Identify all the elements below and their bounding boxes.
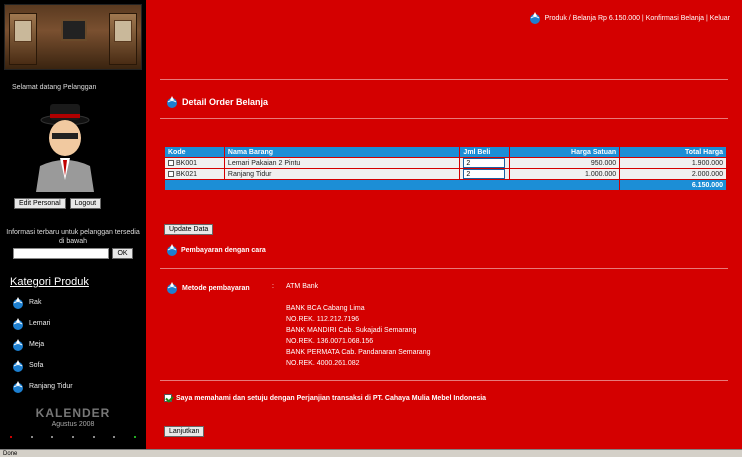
category-item[interactable]: Meja xyxy=(12,334,73,355)
globe-icon xyxy=(12,359,24,372)
bank-line: BANK BCA Cabang Lima xyxy=(286,305,365,312)
categories-title: Kategori Produk xyxy=(10,276,89,288)
update-data-button[interactable]: Update Data xyxy=(164,224,214,235)
main-content: Produk / Belanja Rp 6.150.000 | Konfirma… xyxy=(146,0,742,449)
category-item[interactable]: Ranjang Tidur xyxy=(12,376,73,397)
category-item[interactable]: Sofa xyxy=(12,355,73,376)
user-avatar-icon xyxy=(30,100,100,192)
payment-heading: Pembayaran dengan cara xyxy=(166,244,266,256)
table-row: BK021 Ranjang Tidur 2 1.000.000 2.000.00… xyxy=(164,168,727,180)
globe-icon xyxy=(12,380,24,393)
col-total: Total Harga xyxy=(619,146,727,158)
bank-line: NO.REK. 112.212.7196 xyxy=(286,316,360,323)
table-row: BK001 Lemari Pakaian 2 Pintu 2 950.000 1… xyxy=(164,157,727,169)
bank-line: BANK MANDIRI Cab. Sukajadi Semarang xyxy=(286,327,417,334)
col-unit-price: Harga Satuan xyxy=(509,146,621,158)
globe-icon xyxy=(12,338,24,351)
breadcrumb[interactable]: Produk / Belanja Rp 6.150.000 | Konfirma… xyxy=(529,12,730,24)
section-title: Detail Order Belanja xyxy=(166,96,268,108)
divider xyxy=(160,118,728,119)
grand-total-row: 6.150.000 xyxy=(163,179,727,191)
bank-line: NO.REK. 4000.261.082 xyxy=(286,360,360,367)
calendar-days xyxy=(10,436,136,438)
divider xyxy=(160,79,728,80)
bank-line: NO.REK. 136.0071.068.156 xyxy=(286,338,374,345)
sidebar: Selamat datang Pelanggan Edit Personal L… xyxy=(0,0,146,449)
globe-icon xyxy=(529,12,541,24)
calendar-title: KALENDER xyxy=(35,406,111,420)
agree-checkbox[interactable] xyxy=(164,394,172,402)
globe-icon xyxy=(166,282,178,294)
divider xyxy=(160,380,728,381)
quantity-input[interactable]: 2 xyxy=(463,158,506,168)
globe-icon xyxy=(166,244,178,256)
category-item[interactable]: Rak xyxy=(12,292,73,313)
payment-method-label: Metode pembayaran xyxy=(166,282,250,294)
bank-line: BANK PERMATA Cab. Pandanaran Semarang xyxy=(286,349,431,356)
order-table: Kode Nama Barang Jml Beli Harga Satuan T… xyxy=(163,146,727,191)
checkbox-icon[interactable] xyxy=(168,159,174,166)
bank-account-list: BANK BCA Cabang Lima NO.REK. 112.212.719… xyxy=(286,303,430,369)
col-qty: Jml Beli xyxy=(459,146,511,158)
search-input[interactable] xyxy=(13,248,110,259)
edit-profile-button[interactable]: Edit Personal xyxy=(14,198,66,209)
agreement-text: Saya memahami dan setuju dengan Perjanji… xyxy=(176,394,487,402)
logout-button[interactable]: Logout xyxy=(69,198,102,209)
globe-icon xyxy=(166,96,178,108)
globe-icon xyxy=(12,317,24,330)
submit-button[interactable]: Lanjutkan xyxy=(164,426,205,437)
divider xyxy=(160,268,728,269)
grand-total: 6.150.000 xyxy=(619,179,727,191)
category-item[interactable]: Lemari xyxy=(12,313,73,334)
status-bar: Done xyxy=(0,449,742,457)
col-name: Nama Barang xyxy=(223,146,461,158)
payment-separator: : xyxy=(272,283,274,290)
breadcrumb-text[interactable]: Produk / Belanja Rp 6.150.000 | Konfirma… xyxy=(545,15,730,22)
info-text: Informasi terbaru untuk pelanggan tersed… xyxy=(6,229,140,245)
search-ok-button[interactable]: OK xyxy=(112,248,133,259)
globe-icon xyxy=(12,296,24,309)
col-code: Kode xyxy=(164,146,225,158)
agreement: Saya memahami dan setuju dengan Perjanji… xyxy=(164,394,486,402)
welcome-text: Selamat datang Pelanggan xyxy=(12,84,97,91)
furniture-banner-image xyxy=(4,4,142,70)
payment-method-value: ATM Bank xyxy=(286,283,319,290)
categories-list: Rak Lemari Meja Sofa Ranjang Tidur xyxy=(12,292,73,397)
quantity-input[interactable]: 2 xyxy=(463,169,506,179)
checkbox-icon[interactable] xyxy=(168,170,174,177)
calendar-month: Agustus 2008 xyxy=(51,421,95,428)
